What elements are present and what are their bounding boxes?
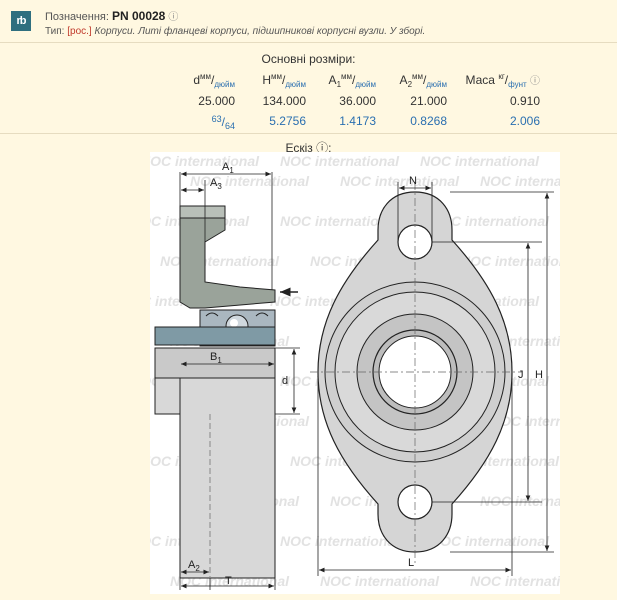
value-a2-imperial: 0.8268 — [410, 114, 447, 128]
svg-text:NOC international: NOC international — [190, 173, 310, 189]
mass-info-icon[interactable]: ⓘ — [530, 76, 540, 87]
value-mass-imperial: 2.006 — [509, 114, 540, 128]
value-h-metric: 134.000 — [262, 94, 306, 108]
svg-text:NOC international: NOC international — [160, 253, 280, 269]
label-d: d — [282, 375, 288, 387]
svg-text:NOC international: NOC international — [280, 153, 400, 169]
divider — [0, 42, 617, 43]
value-mass-metric: 0.910 — [509, 94, 540, 108]
svg-text:NOC international: NOC international — [480, 173, 560, 189]
svg-text:NOC international: NOC international — [480, 493, 560, 509]
col-header-d: dмм/дюйм — [193, 72, 235, 89]
value-a2-metric: 21.000 — [410, 94, 447, 108]
divider — [0, 133, 617, 134]
col-header-h: Hмм/дюйм — [262, 72, 306, 89]
col-header-a2: A2мм/дюйм — [399, 72, 447, 89]
type-line: Тип: [рос.] Корпуси. Литі фланцеві корпу… — [45, 26, 425, 37]
brand-logo: rb — [11, 11, 31, 31]
col-header-mass: Маса кг/фунт ⓘ — [465, 72, 540, 89]
value-a1-imperial: 1.4173 — [339, 114, 376, 128]
value-d-imperial: 63/64 — [211, 114, 235, 131]
svg-text:NOC international: NOC international — [460, 253, 560, 269]
dimensions-title: Основні розміри: — [261, 52, 356, 66]
svg-text:NOC international: NOC international — [280, 533, 400, 549]
svg-text:NOC international: NOC international — [320, 573, 440, 589]
value-h-imperial: 5.2756 — [269, 114, 306, 128]
sketch-drawing: NOC international NOC international NOC … — [150, 152, 560, 594]
label-l: L — [408, 557, 414, 569]
svg-text:NOC international: NOC international — [150, 153, 260, 169]
svg-text:NOC international: NOC international — [430, 533, 550, 549]
info-icon[interactable]: ⓘ — [168, 12, 178, 23]
col-header-a1: A1мм/дюйм — [328, 72, 376, 89]
value-a1-metric: 36.000 — [339, 94, 376, 108]
type-link[interactable]: [рос.] — [67, 26, 91, 37]
svg-text:NOC international: NOC international — [470, 573, 560, 589]
label-n: N — [409, 175, 417, 187]
designation-line: Позначення: PN 00028 ⓘ — [45, 8, 178, 23]
svg-text:NOC international: NOC international — [340, 173, 460, 189]
header: rb Позначення: PN 00028 ⓘ Тип: [рос.] Ко… — [0, 0, 617, 42]
svg-text:NOC international: NOC international — [420, 153, 540, 169]
designation-label: Позначення: — [45, 11, 109, 23]
label-h: H — [535, 369, 543, 381]
label-j: J — [518, 369, 524, 381]
type-label: Тип: — [45, 26, 65, 37]
designation-code: PN 00028 — [111, 9, 166, 23]
label-t: T — [225, 575, 232, 587]
value-d-metric: 25.000 — [198, 94, 235, 108]
type-description: Корпуси. Литі фланцеві корпуси, підшипни… — [94, 26, 426, 37]
